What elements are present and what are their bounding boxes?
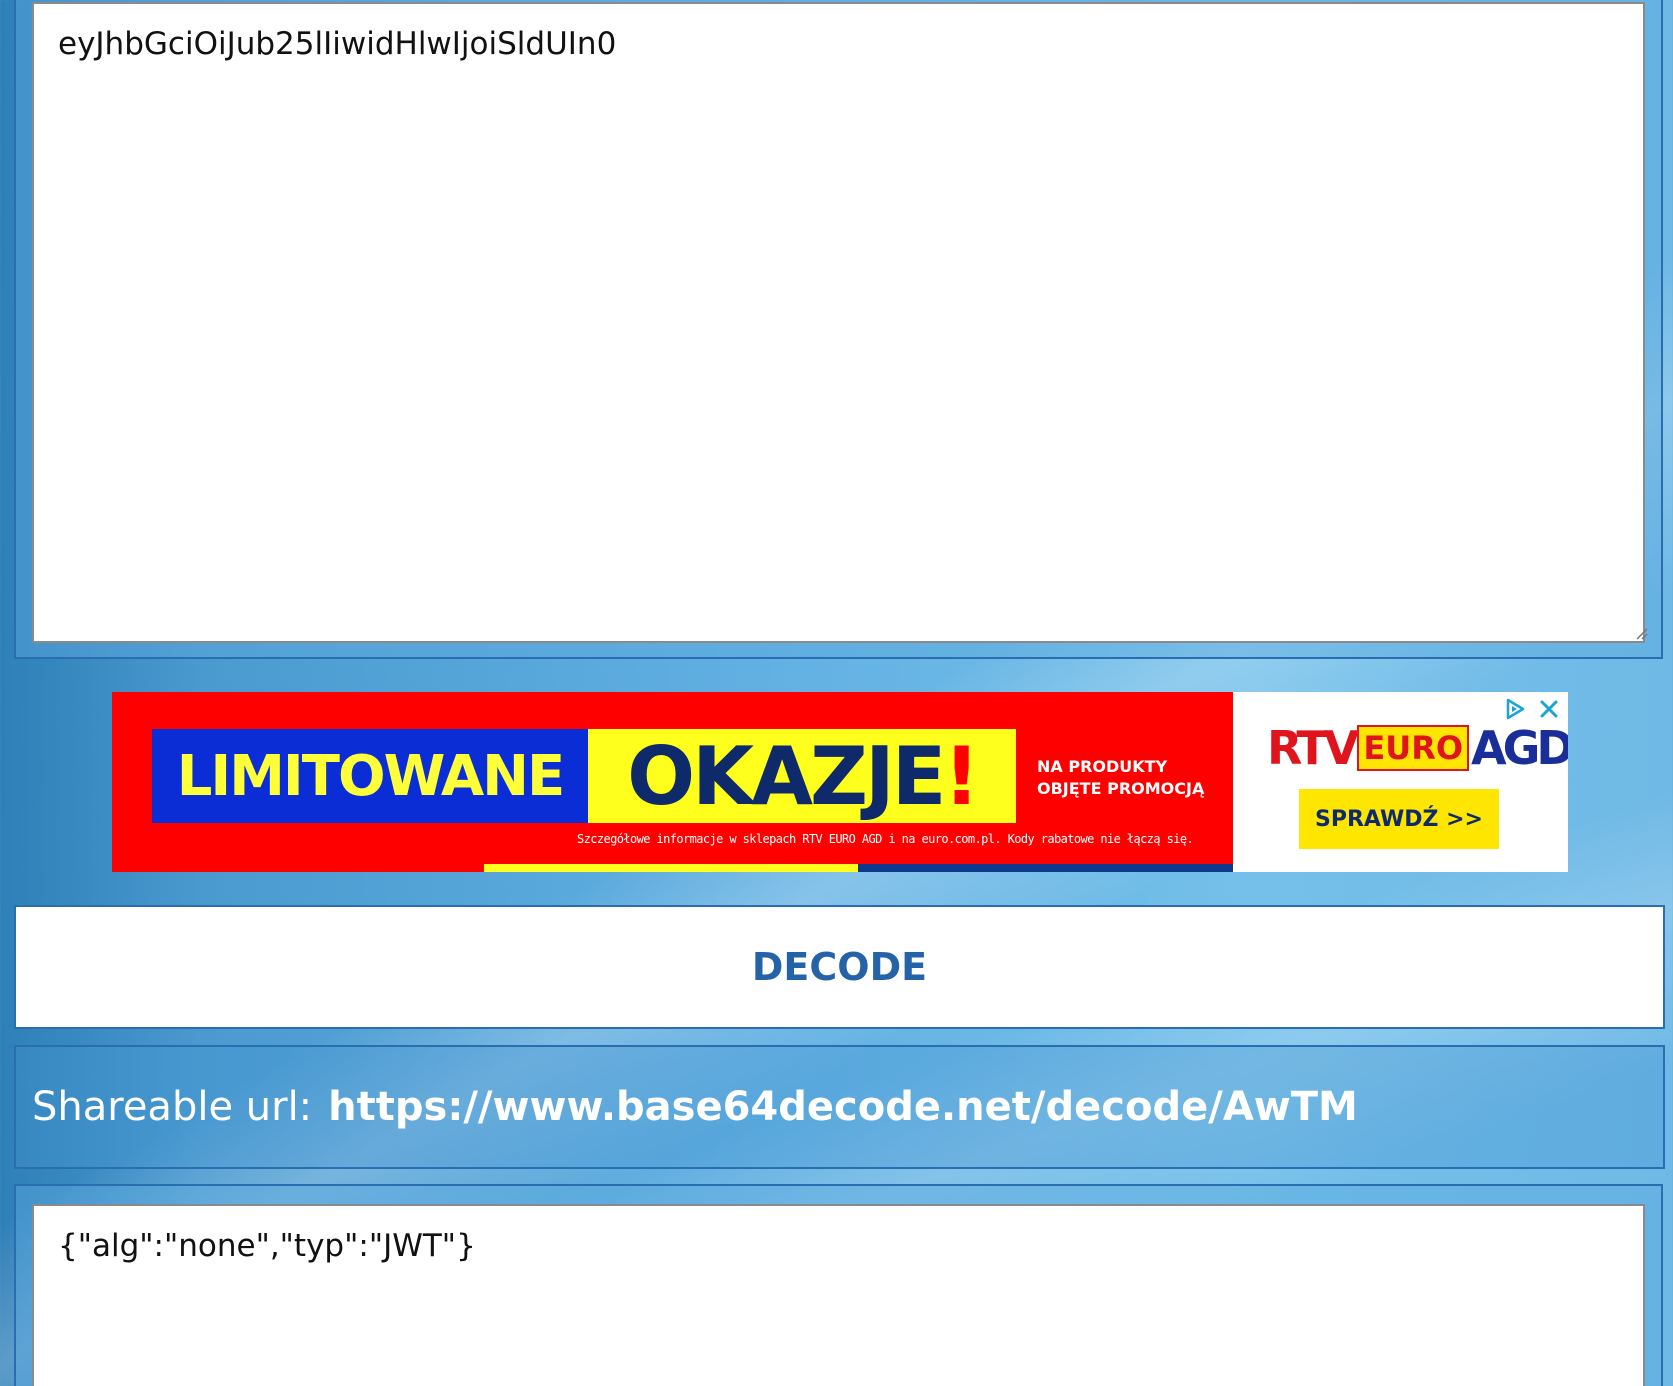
input-textarea[interactable]: eyJhbGciOiJub25lIiwidHlwIjoiSldUIn0 bbox=[32, 2, 1645, 643]
ad-cta-button[interactable]: SPRAWDŹ >> bbox=[1299, 789, 1499, 849]
ad-headline-mid: OKAZJE! bbox=[627, 729, 980, 823]
shareable-url-label: Shareable url: bbox=[32, 1084, 313, 1130]
ad-banner[interactable]: LIMITOWANE OKAZJE! NA PRODUKTY OBJĘTE PR… bbox=[112, 692, 1568, 872]
ad-stripe-yellow bbox=[484, 864, 858, 872]
output-textarea[interactable]: {"alg":"none","typ":"JWT"} bbox=[32, 1204, 1645, 1386]
ad-promo-text: NA PRODUKTY OBJĘTE PROMOCJĄ bbox=[1037, 756, 1237, 800]
shareable-url-panel: Shareable url: https://www.base64decode.… bbox=[14, 1045, 1665, 1169]
ad-brand-panel[interactable]: RTV EURO AGD SPRAWDŹ >> bbox=[1233, 692, 1568, 872]
output-panel: {"alg":"none","typ":"JWT"} bbox=[14, 1184, 1663, 1386]
ad-logo-euro: EURO bbox=[1357, 725, 1470, 771]
ad-promo-line-1: NA PRODUKTY bbox=[1037, 757, 1168, 776]
ad-stripe-blue bbox=[858, 864, 1233, 872]
ad-brand-logo[interactable]: RTV EURO AGD bbox=[1267, 718, 1568, 778]
ad-logo-agd: AGD bbox=[1471, 721, 1568, 775]
ad-headline-left: LIMITOWANE bbox=[176, 743, 566, 809]
input-panel: eyJhbGciOiJub25lIiwidHlwIjoiSldUIn0 bbox=[14, 0, 1663, 659]
ad-logo-rtv: RTV bbox=[1267, 721, 1359, 775]
decode-button[interactable]: DECODE bbox=[14, 905, 1665, 1029]
ad-fineprint: Szczegółowe informacje w sklepach RTV EU… bbox=[577, 832, 1194, 846]
ad-headline-mid-word: OKAZJE bbox=[627, 729, 946, 823]
shareable-url-link[interactable]: https://www.base64decode.net/decode/AwTM bbox=[328, 1084, 1358, 1130]
ad-choices-icon[interactable] bbox=[1504, 698, 1526, 720]
close-icon[interactable] bbox=[1538, 698, 1560, 720]
resize-grip-icon[interactable] bbox=[1632, 624, 1648, 640]
ad-headline-left-block: LIMITOWANE bbox=[152, 729, 588, 823]
ad-headline-mid-block: OKAZJE! bbox=[588, 729, 1016, 823]
ad-headline-exclaim: ! bbox=[943, 729, 980, 823]
ad-promo-line-2: OBJĘTE PROMOCJĄ bbox=[1037, 779, 1205, 798]
